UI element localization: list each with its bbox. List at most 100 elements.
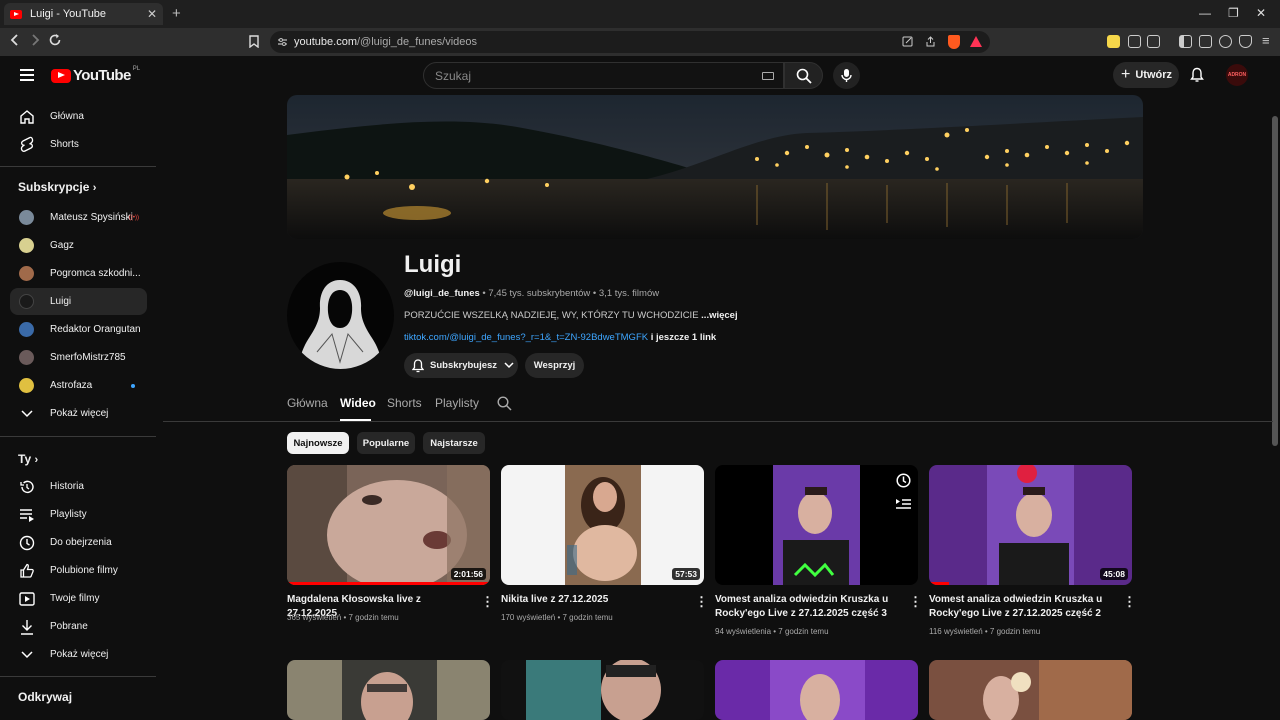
watch-later-icon[interactable] <box>896 473 911 488</box>
chevron-right-icon: › <box>34 454 39 466</box>
sidebar-show-more-subs[interactable]: Pokaż więcej <box>10 400 147 427</box>
tab-videos[interactable]: Wideo <box>340 396 376 410</box>
video-thumbnail[interactable]: 45:08 <box>929 465 1132 585</box>
sidebar-item-history[interactable]: Historia <box>10 473 147 500</box>
chip-popular[interactable]: Popularne <box>357 432 415 454</box>
video-thumbnail[interactable]: 2:01:56 <box>287 465 490 585</box>
sidebar-item-subscription[interactable]: SmerfoMistrz785 <box>10 344 147 371</box>
video-title[interactable]: Vomest analiza odwiedzin Kruszka u Rocky… <box>929 593 1109 621</box>
brave-shields-icon[interactable] <box>948 35 960 49</box>
live-indicator-icon: ((•)) <box>128 214 139 221</box>
avatar <box>19 294 34 309</box>
voice-search-button[interactable] <box>833 62 860 89</box>
account-avatar[interactable]: ADRON <box>1226 64 1248 86</box>
sidebar-item-subscription[interactable]: Mateusz Spysiński ((•)) <box>10 204 147 231</box>
sidebar-item-home[interactable]: Główna <box>10 103 147 130</box>
video-thumbnail[interactable] <box>501 660 704 720</box>
sidebar-item-subscription[interactable]: Gagz <box>10 232 147 259</box>
sidebar-item-downloads[interactable]: Pobrane <box>10 613 147 640</box>
sidebar-item-label: Gagz <box>50 240 74 251</box>
support-button[interactable]: Wesprzyj <box>525 353 584 378</box>
share-icon[interactable] <box>925 36 936 47</box>
subscribed-button[interactable]: Subskrybujesz <box>404 353 518 378</box>
video-thumbnail[interactable]: 57:53 <box>501 465 704 585</box>
page-scrollbar[interactable] <box>1272 116 1278 446</box>
video-title[interactable]: Nikita live z 27.12.2025 <box>501 593 681 607</box>
video-thumbnail[interactable] <box>929 660 1132 720</box>
window-close-button[interactable]: ✕ <box>1256 6 1266 20</box>
video-menu-icon[interactable]: ⋮ <box>1123 595 1136 608</box>
add-to-queue-icon[interactable] <box>896 497 911 509</box>
tab-home[interactable]: Główna <box>287 396 328 410</box>
sidebar-item-subscription[interactable]: Astrofaza <box>10 372 147 399</box>
wallet-icon[interactable] <box>1199 35 1212 48</box>
you-heading[interactable]: Ty › <box>18 452 38 466</box>
video-menu-icon[interactable]: ⋮ <box>909 595 922 608</box>
video-menu-icon[interactable]: ⋮ <box>695 595 708 608</box>
reload-icon[interactable] <box>48 33 62 47</box>
watch-progress <box>929 582 950 585</box>
menu-hamburger-icon[interactable] <box>20 69 34 81</box>
more-links[interactable]: i jeszcze 1 link <box>648 332 717 343</box>
sidebar-item-playlists[interactable]: Playlisty <box>10 501 147 528</box>
playlists-icon <box>18 508 36 522</box>
keyboard-icon[interactable] <box>762 72 774 80</box>
sidebar-item-label: Pogromca szkodni... <box>50 268 141 279</box>
sidebar-item-label: Główna <box>50 111 84 122</box>
tab-close-icon[interactable]: ✕ <box>147 7 157 21</box>
chevron-down-icon <box>18 409 36 418</box>
more-link[interactable]: ...więcej <box>701 310 737 321</box>
tab-capture-icon[interactable] <box>1147 35 1160 48</box>
sidebar-show-more-you[interactable]: Pokaż więcej <box>10 641 147 668</box>
bookmark-icon[interactable] <box>249 35 259 48</box>
notifications-bell-icon[interactable] <box>1190 67 1204 83</box>
sidebar-toggle-icon[interactable] <box>1179 35 1192 48</box>
video-duration: 2:01:56 <box>450 568 486 580</box>
tab-playlists[interactable]: Playlisty <box>435 396 479 410</box>
url-bar[interactable]: youtube.com/@luigi_de_funes/videos <box>270 31 990 53</box>
forward-icon[interactable] <box>29 33 41 47</box>
tiktok-link[interactable]: tiktok.com/@luigi_de_funes?_r=1&_t=ZN-92… <box>404 332 648 343</box>
site-settings-icon[interactable] <box>277 37 288 47</box>
sidebar-item-subscription[interactable]: Redaktor Orangutan <box>10 316 147 343</box>
sidebar-item-shorts[interactable]: Shorts <box>10 131 147 158</box>
video-title[interactable]: Vomest analiza odwiedzin Kruszka u Rocky… <box>715 593 895 621</box>
video-menu-icon[interactable]: ⋮ <box>481 595 494 608</box>
leo-ai-icon[interactable] <box>1219 35 1232 48</box>
subscriptions-heading[interactable]: Subskrypcje › <box>18 180 96 194</box>
tab-shorts[interactable]: Shorts <box>387 396 422 410</box>
sidebar-item-subscription[interactable]: Pogromca szkodni... <box>10 260 147 287</box>
youtube-logo[interactable]: YouTube PL <box>51 66 140 84</box>
chevron-right-icon: › <box>92 182 97 194</box>
chip-oldest[interactable]: Najstarsze <box>423 432 485 454</box>
channel-description[interactable]: PORZUĆCIE WSZELKĄ NADZIEJĘ, WY, KTÓRZY T… <box>404 310 738 321</box>
channel-search-icon[interactable] <box>497 396 512 411</box>
sidebar-item-watch-later[interactable]: Do obejrzenia <box>10 529 147 556</box>
vpn-shield-icon[interactable] <box>1239 35 1252 48</box>
create-button[interactable]: + Utwórz <box>1113 62 1179 88</box>
channel-name: Luigi <box>404 251 462 278</box>
channel-link[interactable]: tiktok.com/@luigi_de_funes?_r=1&_t=ZN-92… <box>404 332 716 343</box>
sidebar-item-label: Pokaż więcej <box>50 649 109 660</box>
video-thumbnail[interactable] <box>715 660 918 720</box>
sidebar-item-liked-videos[interactable]: Polubione filmy <box>10 557 147 584</box>
maximize-button[interactable]: ❐ <box>1228 6 1239 20</box>
sidebar-item-label: Twoje filmy <box>50 593 100 604</box>
menu-icon[interactable]: ≡ <box>1262 34 1270 48</box>
your-videos-icon <box>18 591 36 606</box>
puzzle-extensions-icon[interactable] <box>1128 35 1141 48</box>
search-input[interactable]: Szukaj <box>423 62 784 89</box>
new-tab-button[interactable]: + <box>172 5 181 22</box>
sidebar-item-your-videos[interactable]: Twoje filmy <box>10 585 147 612</box>
back-icon[interactable] <box>9 33 21 47</box>
chip-newest[interactable]: Najnowsze <box>287 432 349 454</box>
video-thumbnail[interactable] <box>715 465 918 585</box>
video-thumbnail[interactable] <box>287 660 490 720</box>
sidebar-item-subscription-active[interactable]: Luigi <box>10 288 147 315</box>
open-in-app-icon[interactable] <box>902 36 913 47</box>
brave-rewards-icon[interactable] <box>970 36 982 47</box>
browser-tab[interactable]: Luigi - YouTube ✕ <box>4 3 163 25</box>
search-button[interactable] <box>784 62 823 89</box>
extension-icon[interactable] <box>1107 35 1120 48</box>
minimize-button[interactable]: — <box>1199 6 1211 20</box>
